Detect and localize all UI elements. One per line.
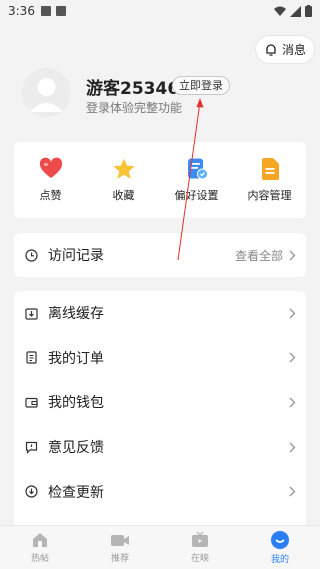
app-notification-icon [55, 6, 66, 16]
heart-icon [39, 157, 62, 178]
menu-item-check-update[interactable]: 检查更新 [14, 469, 306, 514]
menu-card: 离线缓存 我的订单 我的钱包 意见反馈 检查更新 [14, 291, 306, 531]
menu-item-label: 离线缓存 [48, 306, 104, 323]
profile-section: 游客25346 立即登录 登录体验完整功能 [22, 68, 310, 124]
message-button[interactable]: 消息 [255, 36, 314, 63]
tv-icon [192, 531, 208, 547]
menu-item-feedback[interactable]: 意见反馈 [14, 425, 306, 470]
quick-action-favorite[interactable]: 收藏 [87, 142, 160, 218]
home-icon [33, 533, 47, 547]
order-icon [25, 351, 37, 364]
star-icon [112, 158, 135, 179]
menu-item-label: 意见反馈 [48, 440, 104, 457]
visit-history-label: 访问记录 [48, 248, 104, 264]
menu-item-my-orders[interactable]: 我的订单 [14, 336, 306, 381]
tab-recommend[interactable]: 推荐 [80, 526, 160, 569]
tab-mine[interactable]: 我的 [240, 526, 320, 569]
profile-icon [271, 531, 289, 549]
chevron-right-icon [289, 486, 296, 497]
preferences-icon [187, 158, 208, 180]
photo-notification-icon [40, 6, 51, 16]
wallet-icon [24, 397, 38, 408]
wifi-icon [274, 6, 286, 16]
chevron-right-icon [289, 397, 296, 408]
menu-item-label: 我的订单 [48, 350, 104, 367]
visit-history-row[interactable]: 访问记录 查看全部 [14, 233, 306, 277]
bottom-tab-bar: 热帖 推荐 在映 我的 [0, 525, 320, 569]
tab-label: 推荐 [110, 554, 129, 564]
chevron-right-icon [289, 250, 296, 260]
default-avatar-icon [30, 78, 63, 112]
quick-action-preferences[interactable]: 偏好设置 [160, 142, 233, 218]
quick-action-content-manage[interactable]: 内容管理 [233, 142, 306, 218]
username: 游客25346 [86, 79, 180, 99]
menu-item-offline-cache[interactable]: 离线缓存 [14, 291, 306, 336]
quick-action-like[interactable]: 点赞 [14, 142, 87, 218]
tab-label: 热帖 [30, 554, 49, 564]
battery-icon [305, 5, 312, 17]
quick-action-label: 偏好设置 [174, 189, 219, 202]
menu-item-label: 检查更新 [48, 484, 104, 501]
quick-action-label: 点赞 [39, 189, 62, 202]
menu-item-my-wallet[interactable]: 我的钱包 [14, 380, 306, 425]
status-bar: 3:36 [0, 0, 320, 22]
update-icon [24, 485, 38, 498]
menu-item-label: 我的钱包 [48, 395, 104, 412]
clock-icon [24, 248, 38, 262]
download-icon [24, 308, 38, 320]
status-time: 3:36 [8, 4, 35, 18]
login-button[interactable]: 立即登录 [172, 76, 230, 95]
quick-action-label: 内容管理 [247, 189, 292, 202]
view-all-link[interactable]: 查看全部 [235, 247, 283, 264]
tab-label: 在映 [190, 554, 209, 564]
chevron-right-icon [289, 308, 296, 319]
tab-label: 我的 [270, 555, 289, 565]
chevron-right-icon [289, 352, 296, 363]
login-subtitle[interactable]: 登录体验完整功能 [86, 99, 182, 116]
message-label: 消息 [281, 43, 306, 57]
video-icon [111, 535, 129, 546]
avatar[interactable] [22, 68, 71, 117]
chevron-right-icon [289, 442, 296, 453]
tab-hot-posts[interactable]: 热帖 [0, 526, 80, 569]
feedback-icon [25, 441, 37, 454]
quick-action-label: 收藏 [112, 189, 135, 202]
content-manage-icon [261, 158, 279, 180]
signal-icon [290, 5, 301, 17]
tab-now-showing[interactable]: 在映 [160, 526, 240, 569]
quick-actions-card: 点赞 收藏 偏好设置 内容管理 [14, 142, 306, 218]
bell-icon [266, 43, 276, 56]
